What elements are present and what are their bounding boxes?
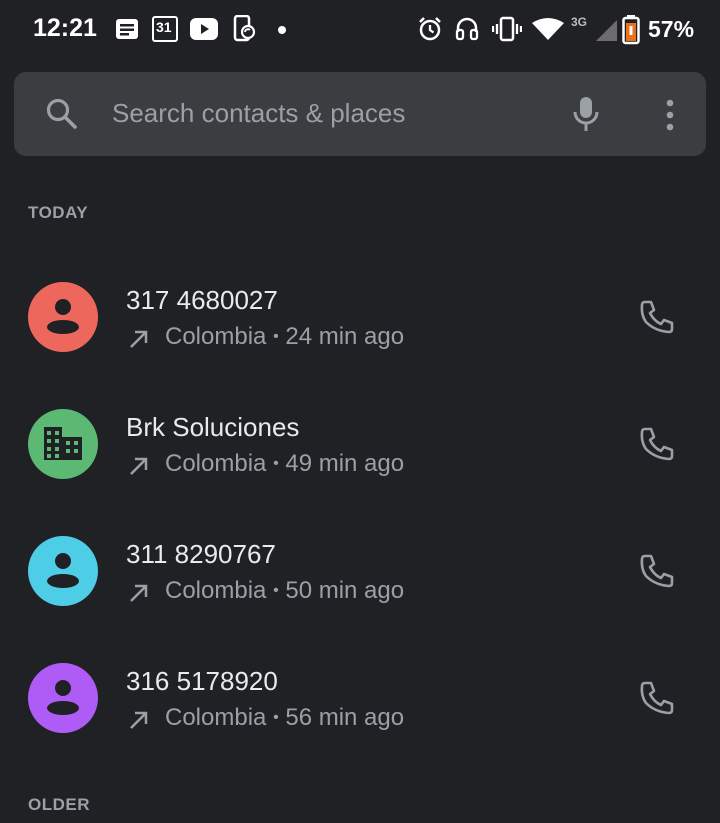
- call-button[interactable]: [636, 677, 678, 719]
- call-location: Colombia: [165, 704, 267, 731]
- call-location: Colombia: [165, 577, 267, 604]
- headset-icon: [455, 17, 479, 41]
- search-icon: [44, 96, 80, 132]
- status-time: 12:21: [33, 14, 97, 42]
- outgoing-call-icon: [130, 584, 148, 602]
- contact-name: 317 4680027: [126, 285, 278, 315]
- alarm-icon: [419, 17, 441, 41]
- avatar[interactable]: [28, 536, 98, 606]
- contact-name: 311 8290767: [126, 539, 276, 569]
- call-time: 24 min ago: [285, 323, 405, 350]
- outgoing-call-icon: [130, 457, 148, 475]
- phone-icon: [640, 681, 674, 715]
- youtube-icon: [190, 18, 218, 40]
- network-type: 3G: [571, 15, 588, 29]
- outgoing-call-icon: [130, 711, 148, 729]
- call-button[interactable]: [636, 296, 678, 338]
- call-button[interactable]: [636, 550, 678, 592]
- call-log-row[interactable]: 316 5178920 Colombia • 56 min ago: [0, 663, 720, 790]
- person-icon: [47, 299, 79, 334]
- avatar[interactable]: [28, 409, 98, 479]
- phone-icon: [640, 554, 674, 588]
- call-location: Colombia: [165, 323, 267, 350]
- call-log-row[interactable]: 311 8290767 Colombia • 50 min ago: [0, 536, 720, 663]
- section-header-today: TODAY: [28, 203, 89, 222]
- call-details: Colombia • 50 min ago: [165, 577, 404, 605]
- phone-icon: [640, 300, 674, 334]
- call-time: 49 min ago: [285, 450, 405, 477]
- call-details: Colombia • 56 min ago: [165, 704, 404, 732]
- section-header-older: OLDER: [28, 795, 90, 814]
- vibrate-icon: [492, 16, 522, 42]
- call-button[interactable]: [636, 423, 678, 465]
- business-icon: [44, 427, 82, 460]
- wifi-icon: [532, 18, 564, 40]
- call-separator: •: [273, 455, 279, 472]
- outgoing-call-icon: [130, 330, 148, 348]
- message-icon: [116, 19, 138, 39]
- status-bar: 12:21 31 3G 57%: [0, 0, 720, 60]
- phone-icon: [640, 427, 674, 461]
- more-vert-icon[interactable]: [660, 98, 680, 132]
- person-icon: [47, 680, 79, 715]
- person-icon: [47, 553, 79, 588]
- phone-sync-icon: [233, 15, 256, 42]
- battery-percent: 57%: [648, 16, 695, 42]
- search-bar[interactable]: Search contacts & places: [14, 72, 706, 156]
- call-details: Colombia • 49 min ago: [165, 450, 404, 478]
- avatar[interactable]: [28, 282, 98, 352]
- call-separator: •: [273, 582, 279, 599]
- signal-icon: [596, 20, 617, 41]
- call-time: 56 min ago: [285, 704, 405, 731]
- contact-name: Brk Soluciones: [126, 412, 300, 442]
- call-history-screen: 12:21 31 3G 57% Search contacts & places…: [0, 0, 720, 823]
- contact-name: 316 5178920: [126, 666, 278, 696]
- battery-icon: [622, 15, 640, 45]
- search-input[interactable]: Search contacts & places: [112, 98, 405, 129]
- call-separator: •: [273, 709, 279, 726]
- call-log-row[interactable]: Brk Soluciones Colombia • 49 min ago: [0, 409, 720, 536]
- dot-icon: [278, 26, 286, 34]
- call-details: Colombia • 24 min ago: [165, 323, 404, 351]
- mic-icon[interactable]: [570, 94, 602, 134]
- call-location: Colombia: [165, 450, 267, 477]
- call-log-row[interactable]: 317 4680027 Colombia • 24 min ago: [0, 282, 720, 409]
- avatar[interactable]: [28, 663, 98, 733]
- call-time: 50 min ago: [285, 577, 405, 604]
- calendar-date: 31: [156, 19, 172, 35]
- calendar-icon: 31: [152, 16, 178, 42]
- call-separator: •: [273, 328, 279, 345]
